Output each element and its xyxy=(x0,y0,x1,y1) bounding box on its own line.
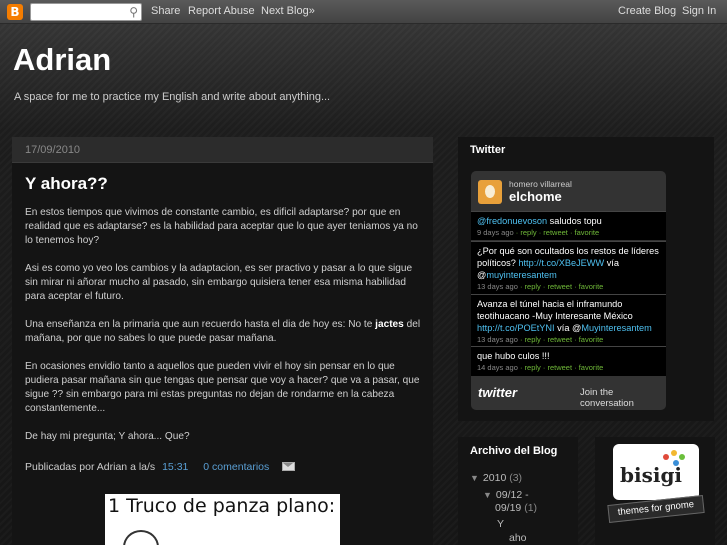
archive-week-label[interactable]: 09/12 - xyxy=(496,489,529,501)
search-input[interactable]: ⚲ xyxy=(30,3,142,21)
badge-dot xyxy=(679,454,685,460)
post-time-link[interactable]: 15:31 xyxy=(162,461,188,473)
post-author-line: Publicadas por Adrian a la/s xyxy=(25,461,156,473)
archive-heading: Archivo del Blog xyxy=(470,445,558,457)
tweet-text: Avanza el túnel hacia el inframundo teot… xyxy=(477,298,660,334)
tweet: que hubo culos !!! 14 days ago · reply ·… xyxy=(471,346,666,376)
twitter-username[interactable]: elchome xyxy=(509,189,562,204)
blog-archive-gadget: Archivo del Blog ▼ 2010 (3) ▼ 09/12 - 09/1… xyxy=(458,437,578,545)
post-title[interactable]: Y ahora?? xyxy=(25,174,108,194)
comments-link[interactable]: 0 comentarios xyxy=(203,461,269,473)
archive-week-label2[interactable]: 09/19 xyxy=(495,502,521,514)
sign-in-link[interactable]: Sign In xyxy=(682,5,716,17)
twitter-gadget: Twitter homero villarreal elchome @fredo… xyxy=(458,137,714,421)
tweet-url-link[interactable]: http://t.co/XBeJEWW xyxy=(518,258,604,268)
search-icon[interactable]: ⚲ xyxy=(129,5,138,19)
email-post-icon[interactable] xyxy=(282,462,296,471)
twitter-heading: Twitter xyxy=(470,144,506,156)
tweet-meta: 9 days ago · reply · retweet · favorite xyxy=(477,228,600,237)
archive-post-link-cont[interactable]: aho xyxy=(509,532,527,544)
post-date: 17/09/2010 xyxy=(25,144,81,156)
report-abuse-link[interactable]: Report Abuse xyxy=(188,5,255,17)
post-paragraph: Asi es como yo veo los cambios y la adap… xyxy=(25,263,413,302)
tweet-meta: 13 days ago · reply · retweet · favorite xyxy=(477,282,604,291)
archive-week-cont[interactable]: 09/19 (1) xyxy=(495,502,537,514)
bisigi-logo[interactable]: bisigi xyxy=(613,444,699,500)
sketch-drawing xyxy=(123,530,159,545)
badge-dot xyxy=(671,450,677,456)
post-text: Una enseñanza en la primaria que aun rec… xyxy=(25,319,376,330)
join-conversation-link[interactable]: Join the conversation xyxy=(580,387,666,409)
create-blog-link[interactable]: Create Blog xyxy=(618,5,676,17)
post-image-caption: 1 Truco de panza plano: xyxy=(108,495,336,517)
tweet: ¿Por qué son ocultados los restos de líd… xyxy=(471,241,666,294)
archive-year-label[interactable]: 2010 xyxy=(483,472,506,484)
blog-title[interactable]: Adrian xyxy=(13,42,111,78)
tweet-actions[interactable]: reply · retweet · favorite xyxy=(525,363,604,372)
archive-post-link[interactable]: Y xyxy=(497,518,504,530)
twitter-avatar[interactable] xyxy=(478,180,502,204)
post-body: En estos tiempos que vivimos de constant… xyxy=(25,206,425,458)
tweet-text-part: Avanza el túnel hacia el inframundo teot… xyxy=(477,299,633,321)
bisigi-badge-gadget: bisigi themes for gnome xyxy=(595,437,715,545)
blogger-navbar: B ⚲ Share Report Abuse Next Blog» Create… xyxy=(0,0,727,24)
post-paragraph: En estos tiempos que vivimos de constant… xyxy=(25,207,418,246)
tweet-text: @fredonuevoson saludos topu xyxy=(477,215,660,227)
post-paragraph: Una enseñanza en la primaria que aun rec… xyxy=(25,318,425,346)
tweet-time[interactable]: 13 days ago xyxy=(477,282,518,291)
post-column: 17/09/2010 Y ahora?? En estos tiempos qu… xyxy=(12,137,433,545)
blog-description: A space for me to practice my English an… xyxy=(14,91,331,103)
tweet-time[interactable]: 13 days ago xyxy=(477,335,518,344)
tweet: @fredonuevoson saludos topu 9 days ago ·… xyxy=(471,211,666,240)
post-bold-word: jactes xyxy=(375,319,404,330)
archive-week-count: (1) xyxy=(524,502,538,514)
archive-week[interactable]: ▼ 09/12 - xyxy=(483,489,529,501)
tweet-time[interactable]: 14 days ago xyxy=(477,363,518,372)
badge-dot xyxy=(663,454,669,460)
tweet-mention-link[interactable]: @fredonuevoson xyxy=(477,216,547,226)
archive-year[interactable]: ▼ 2010 (3) xyxy=(470,472,522,484)
next-blog-link[interactable]: Next Blog» xyxy=(261,5,315,17)
twitter-real-name: homero villarreal xyxy=(509,179,572,189)
badge-dot xyxy=(673,460,679,466)
tweet: Avanza el túnel hacia el inframundo teot… xyxy=(471,294,666,347)
blogger-logo-icon[interactable]: B xyxy=(7,4,23,20)
tweet-text: que hubo culos !!! xyxy=(477,351,550,361)
share-link[interactable]: Share xyxy=(151,5,180,17)
tweet-time[interactable]: 9 days ago xyxy=(477,228,514,237)
tweet-text: ¿Por qué son ocultados los restos de líd… xyxy=(477,245,660,281)
post-footer: Publicadas por Adrian a la/s 15:31 0 com… xyxy=(25,461,296,473)
collapse-triangle-icon[interactable]: ▼ xyxy=(470,473,479,483)
tweet-meta: 14 days ago · reply · retweet · favorite xyxy=(477,363,604,372)
tweet-meta: 13 days ago · reply · retweet · favorite xyxy=(477,335,604,344)
post-paragraph: En ocasiones envidio tanto a aquellos qu… xyxy=(25,361,420,414)
post-image: 1 Truco de panza plano: xyxy=(105,494,340,545)
tweet-text-part: vía @ xyxy=(554,323,582,333)
tweet-mention-link[interactable]: muyinteresantem xyxy=(486,270,556,280)
tweet-text-part: saludos topu xyxy=(547,216,602,226)
collapse-triangle-icon[interactable]: ▼ xyxy=(483,490,492,500)
tweet-actions[interactable]: reply · retweet · favorite xyxy=(520,228,599,237)
date-header: 17/09/2010 xyxy=(12,137,433,163)
tweet-actions[interactable]: reply · retweet · favorite xyxy=(525,282,604,291)
tweet-url-link[interactable]: http://t.co/POEtYNI xyxy=(477,323,555,333)
bisigi-brand-text: bisigi xyxy=(620,463,683,487)
twitter-widget: homero villarreal elchome @fredonuevoson… xyxy=(471,171,666,410)
post-paragraph: De hay mi pregunta; Y ahora... Que? xyxy=(25,431,190,442)
archive-year-count: (3) xyxy=(509,472,523,484)
tweet-actions[interactable]: reply · retweet · favorite xyxy=(525,335,604,344)
tweet-mention-link[interactable]: Muyinteresantem xyxy=(581,323,651,333)
twitter-logo[interactable]: twitter xyxy=(478,385,517,400)
